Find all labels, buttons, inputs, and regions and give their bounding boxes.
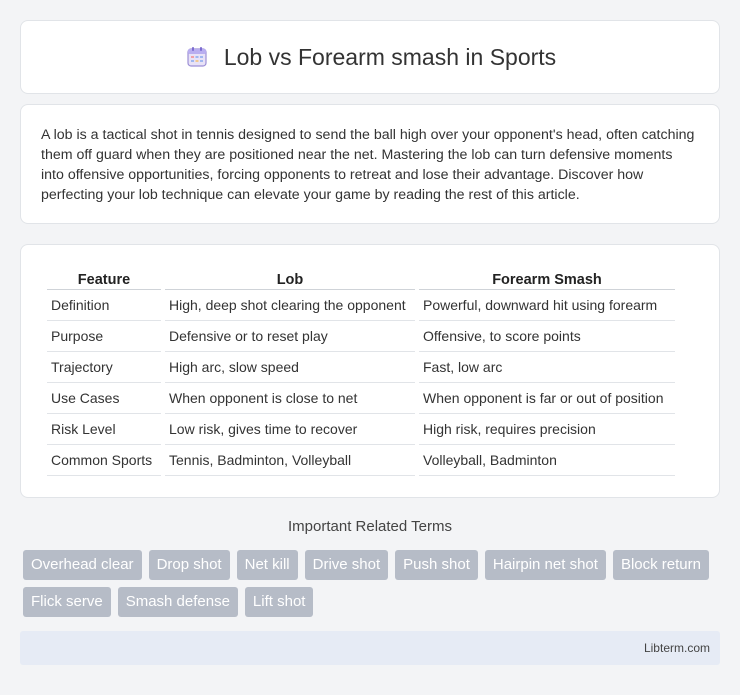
table-header-feature: Feature: [47, 263, 161, 290]
term-tag[interactable]: Lift shot: [244, 587, 314, 617]
table-cell: Defensive or to reset play: [165, 321, 415, 352]
term-tag[interactable]: Drop shot: [148, 550, 230, 580]
table-cell: When opponent is close to net: [165, 383, 415, 414]
table-cell: Fast, low arc: [419, 352, 675, 383]
term-tag[interactable]: Hairpin net shot: [484, 550, 606, 580]
table-cell: Volleyball, Badminton: [419, 445, 675, 476]
footer: Libterm.com: [20, 631, 720, 665]
table-cell: Tennis, Badminton, Volleyball: [165, 445, 415, 476]
table-cell: Purpose: [47, 321, 161, 352]
table-cell: Low risk, gives time to recover: [165, 414, 415, 445]
table-cell: Common Sports: [47, 445, 161, 476]
table-header-lob: Lob: [165, 263, 415, 290]
term-tag[interactable]: Flick serve: [23, 587, 111, 617]
table-cell: Trajectory: [47, 352, 161, 383]
table-cell: When opponent is far or out of position: [419, 383, 675, 414]
term-tag[interactable]: Block return: [612, 550, 709, 580]
header-card: Lob vs Forearm smash in Sports: [20, 20, 720, 94]
table-row: Common Sports Tennis, Badminton, Volleyb…: [47, 445, 675, 476]
related-terms-heading: Important Related Terms: [288, 518, 452, 535]
table-row: Definition High, deep shot clearing the …: [47, 290, 675, 321]
table-row: Purpose Defensive or to reset play Offen…: [47, 321, 675, 352]
term-tag[interactable]: Push shot: [395, 550, 478, 580]
comparison-table: Feature Lob Forearm Smash Definition Hig…: [43, 263, 679, 476]
footer-site-link[interactable]: Libterm.com: [644, 641, 710, 655]
term-tag[interactable]: Overhead clear: [23, 550, 142, 580]
table-cell: Use Cases: [47, 383, 161, 414]
table-cell: Powerful, downward hit using forearm: [419, 290, 675, 321]
table-row: Risk Level Low risk, gives time to recov…: [47, 414, 675, 445]
table-header-forearm-smash: Forearm Smash: [419, 263, 675, 290]
table-cell: High arc, slow speed: [165, 352, 415, 383]
table-row: Trajectory High arc, slow speed Fast, lo…: [47, 352, 675, 383]
intro-paragraph: A lob is a tactical shot in tennis desig…: [41, 127, 695, 203]
calendar-icon: [184, 44, 210, 70]
term-tag[interactable]: Net kill: [236, 550, 298, 580]
table-cell: Risk Level: [47, 414, 161, 445]
table-cell: Definition: [47, 290, 161, 321]
intro-card: A lob is a tactical shot in tennis desig…: [20, 104, 720, 224]
table-cell: High, deep shot clearing the opponent: [165, 290, 415, 321]
table-header-row: Feature Lob Forearm Smash: [47, 263, 675, 290]
term-tag[interactable]: Smash defense: [117, 587, 238, 617]
related-terms-list: Overhead clear Drop shot Net kill Drive …: [23, 550, 723, 617]
comparison-table-card: Feature Lob Forearm Smash Definition Hig…: [20, 244, 720, 498]
table-row: Use Cases When opponent is close to net …: [47, 383, 675, 414]
page-title: Lob vs Forearm smash in Sports: [223, 43, 557, 70]
table-cell: Offensive, to score points: [419, 321, 675, 352]
table-cell: High risk, requires precision: [419, 414, 675, 445]
term-tag[interactable]: Drive shot: [304, 550, 389, 580]
